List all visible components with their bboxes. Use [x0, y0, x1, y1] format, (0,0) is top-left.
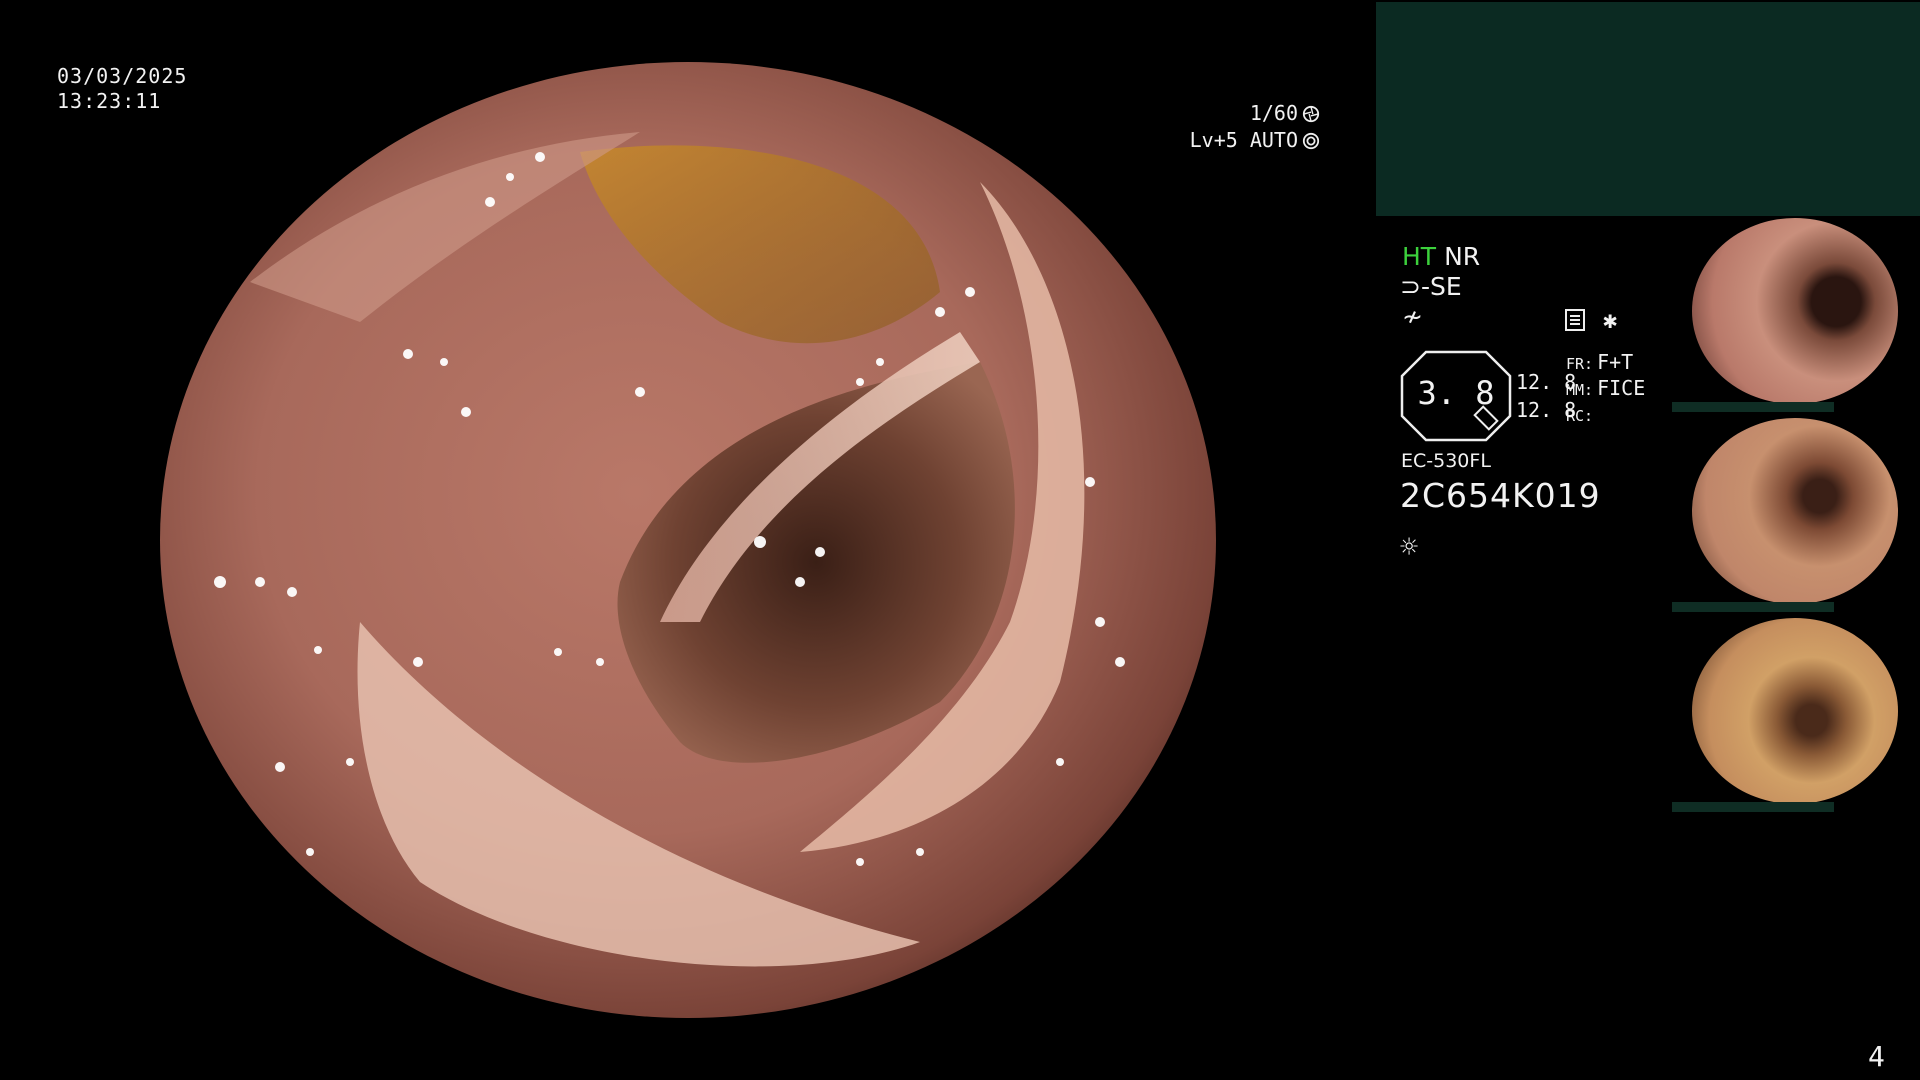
date-text: 03/03/2025 [57, 64, 188, 88]
datetime-overlay: 03/03/2025 13:23:11 [57, 64, 187, 114]
param-row: RC: [1566, 402, 1645, 428]
thumbnail-image [1692, 418, 1898, 604]
capture-thumbnail[interactable] [1672, 416, 1920, 612]
thumbnail-image [1692, 618, 1898, 804]
endoscope-image [160, 62, 1216, 1018]
mode-flags: HT NR [1402, 242, 1480, 272]
ht-label: HT [1402, 242, 1437, 271]
current-indicator: ≁ [1402, 302, 1423, 331]
star-icon: ✱ [1603, 306, 1618, 334]
param-label: MM: [1566, 381, 1594, 399]
se-icon: ⊃‑ [1400, 272, 1430, 301]
capture-thumbnail[interactable] [1672, 616, 1920, 812]
se-label: SE [1429, 272, 1462, 301]
gauge: 3. 8 [1400, 350, 1512, 442]
param-label: FR: [1566, 355, 1594, 373]
auto-iris-icon [1302, 132, 1320, 149]
mode-icons: ✱ [1565, 306, 1617, 334]
capture-thumbnails [1672, 216, 1920, 816]
gauge-value: 3. 8 [1417, 374, 1495, 412]
se-indicator: ⊃‑SE [1400, 272, 1462, 301]
scope-model: EC-530FL [1401, 450, 1491, 472]
param-value: F+T [1597, 350, 1634, 374]
param-row: MM: FICE [1566, 376, 1645, 402]
iris-level-text: Lv+5 AUTO [1189, 128, 1298, 152]
light-sun-icon: ☼ [1400, 530, 1419, 565]
patient-info-area [1376, 2, 1920, 216]
param-label: RC: [1566, 407, 1594, 425]
scope-serial: 2C654K019 [1400, 476, 1601, 515]
thumbnail-bar [1672, 402, 1834, 412]
shutter-aperture-icon [1302, 105, 1320, 122]
processing-params: FR: F+T MM: FICE RC: [1566, 350, 1645, 428]
param-row: FR: F+T [1566, 350, 1645, 376]
shutter-speed-text: 1/60 [1249, 101, 1298, 125]
time-text: 13:23:11 [57, 89, 162, 113]
param-value: FICE [1597, 376, 1646, 400]
endoscope-view [160, 62, 1216, 1018]
current-icon: ≁ [1402, 302, 1423, 331]
document-list-icon [1565, 309, 1585, 331]
nr-label: NR [1444, 242, 1481, 271]
thumbnail-image [1692, 218, 1898, 404]
exposure-readout: 1/60 Lv+5 AUTO [1190, 100, 1320, 154]
page-number: 4 [1868, 1040, 1885, 1073]
thumbnail-bar [1672, 802, 1834, 812]
thumbnail-bar [1672, 602, 1834, 612]
capture-thumbnail[interactable] [1672, 216, 1920, 412]
